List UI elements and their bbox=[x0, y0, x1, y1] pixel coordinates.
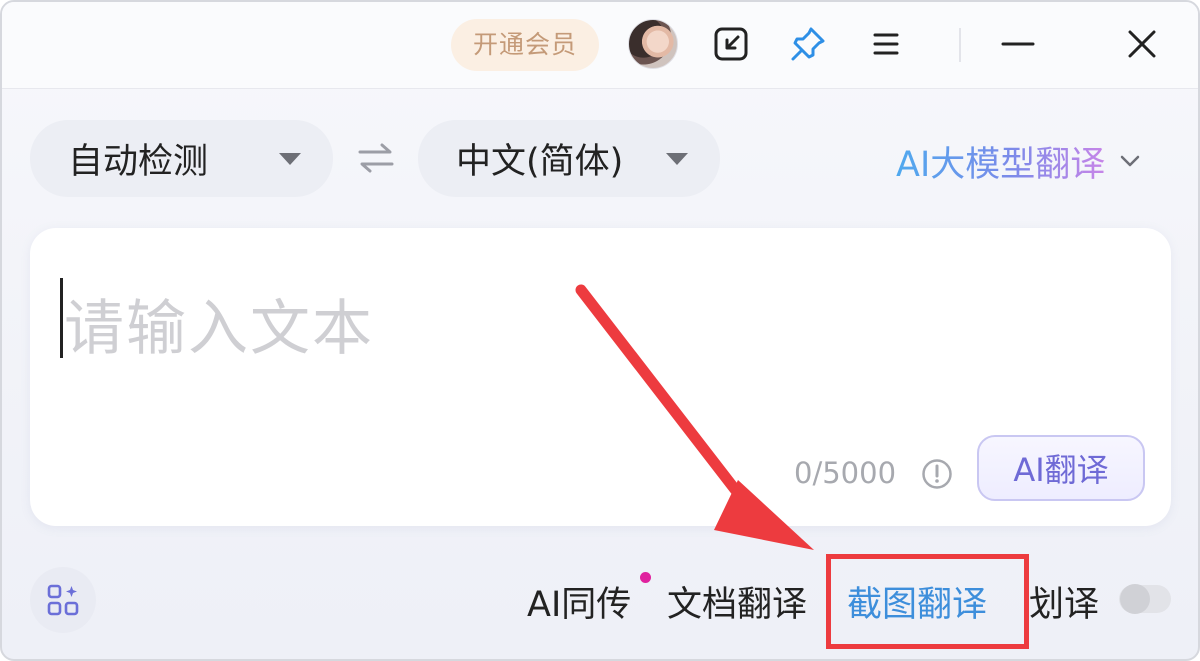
annotation-highlight-box bbox=[826, 554, 1029, 649]
translator-window: 开通会员 自动检测 中文(简体) AI大模型翻译 请输入文本 0/5000 AI… bbox=[0, 0, 1200, 661]
